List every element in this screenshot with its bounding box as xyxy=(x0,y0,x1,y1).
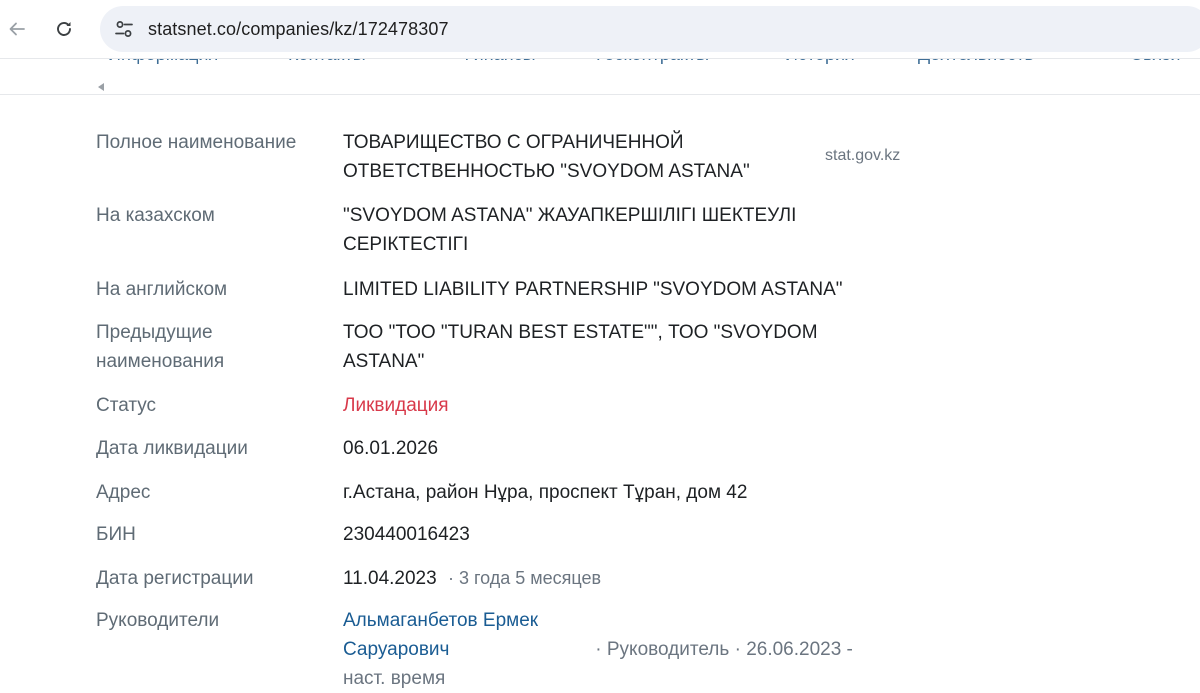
english-name-label: На английском xyxy=(96,279,228,300)
back-button[interactable] xyxy=(2,14,32,44)
registration-age: · 3 года 5 месяцев xyxy=(447,568,602,588)
url-text[interactable]: statsnet.co/companies/kz/172478307 xyxy=(148,19,449,40)
bin-label: БИН xyxy=(96,524,136,545)
full-name-value: ТОВАРИЩЕСТВО С ОГРАНИЧЕННОЙ ОТВЕТСТВЕННО… xyxy=(343,132,750,182)
registration-date-value: 11.04.2023 xyxy=(343,568,437,589)
reload-icon xyxy=(57,22,71,36)
managers-row: Альмаганбетов Ермек Саруарович · Руковод… xyxy=(343,606,883,693)
toolbar-divider xyxy=(0,58,1200,59)
registration-date-label: Дата регистрации xyxy=(96,568,254,589)
bin-value: 230440016423 xyxy=(343,524,470,545)
liquidation-date-value: 06.01.2026 xyxy=(343,438,439,459)
browser-toolbar: statsnet.co/companies/kz/172478307 xyxy=(0,0,1200,58)
address-bar[interactable]: statsnet.co/companies/kz/172478307 xyxy=(100,6,1200,52)
status-label: Статус xyxy=(96,395,157,416)
kazakh-name-label: На казахском xyxy=(96,205,215,226)
manager-role: · Руководитель · xyxy=(595,639,741,660)
tabs-scroll-left-icon[interactable] xyxy=(98,83,104,91)
arrow-back-icon xyxy=(9,22,25,36)
kazakh-name-value: "SVOYDOM ASTANA" ЖАУАПКЕРШІЛІГІ ШЕКТЕУЛІ… xyxy=(343,205,797,255)
manager-name-link[interactable]: Альмаганбетов Ермек Саруарович xyxy=(343,606,593,664)
address-label: Адрес xyxy=(96,482,151,503)
source-label: stat.gov.kz xyxy=(825,147,901,164)
previous-names-label: Предыдущие наименования xyxy=(96,322,225,372)
reload-button[interactable] xyxy=(49,14,79,44)
tune-icon xyxy=(115,21,133,37)
address-value: г.Астана, район Нұра, проспект Тұран, до… xyxy=(343,482,748,503)
registration-date-row: 11.04.2023 · 3 года 5 месяцев xyxy=(343,564,883,593)
status-value: Ликвидация xyxy=(343,395,449,416)
liquidation-date-label: Дата ликвидации xyxy=(96,438,248,459)
managers-label: Руководители xyxy=(96,610,220,631)
full-name-label: Полное наименование xyxy=(96,132,297,153)
english-name-value: LIMITED LIABILITY PARTNERSHIP "SVOYDOM A… xyxy=(343,279,843,300)
previous-names-value: ТОО "ТОО "TURAN BEST ESTATE"", ТОО "SVOY… xyxy=(343,322,818,372)
site-info-button[interactable] xyxy=(109,14,139,44)
